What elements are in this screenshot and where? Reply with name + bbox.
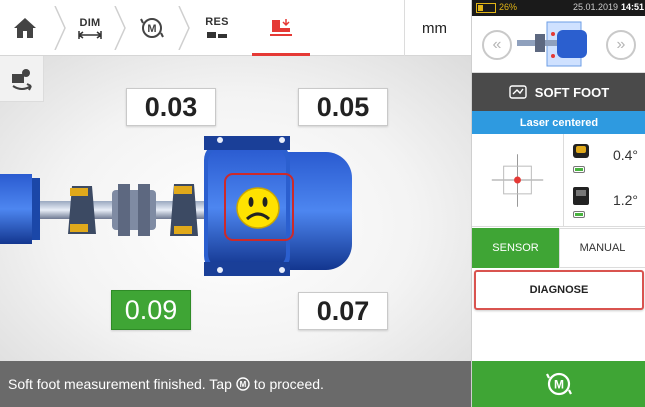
sensor-icon (573, 187, 589, 205)
sensor-icon (573, 144, 589, 158)
system-status-bar: 26% 25.01.2019 14:51 (472, 0, 645, 16)
value-bottom-left-highlight: 0.09 (111, 290, 191, 330)
chevron-divider (54, 6, 66, 50)
sensor-readings: 0.4° 1.2° (472, 134, 645, 227)
measure-m-icon: M (140, 18, 164, 38)
svg-text:M: M (147, 23, 156, 35)
chevron-divider (114, 6, 126, 50)
machine-canvas: 0.03 0.05 0.09 0.07 (0, 56, 471, 361)
soft-foot-icon (270, 18, 292, 36)
top-toolbar: DIM M RES mm (0, 0, 471, 56)
sensor-reading-bottom: 1.2° (568, 181, 644, 225)
soft-foot-tab[interactable] (252, 0, 310, 56)
dimension-arrows-icon (78, 31, 102, 39)
value-top-right: 0.05 (298, 88, 388, 126)
home-icon (14, 18, 36, 38)
machine-swap-icon (11, 68, 32, 90)
status-bar: Soft foot measurement finished. Tap M to… (0, 361, 471, 407)
laser-status: Laser centered (472, 111, 645, 134)
battery-icon (476, 3, 496, 13)
svg-text:M: M (554, 378, 564, 392)
measure-m-icon: M (546, 372, 572, 396)
machine-preview: « » (472, 16, 645, 73)
battery-icon (573, 211, 585, 218)
laser-position-graph (491, 134, 564, 227)
unit-selector[interactable]: mm (404, 0, 464, 56)
status-text-start: Soft foot measurement finished. Tap (8, 376, 232, 392)
res-label: RES (205, 16, 229, 28)
measure-button[interactable]: M (128, 0, 176, 56)
value-top-left: 0.03 (126, 88, 216, 126)
soft-foot-title: SOFT FOOT (534, 84, 610, 100)
sensor-angle-top: 0.4° (612, 147, 638, 163)
tab-manual[interactable]: MANUAL (559, 228, 645, 268)
previous-view-button[interactable]: « (482, 30, 512, 60)
status-text-end: to proceed. (253, 376, 324, 392)
time: 14:51 (620, 2, 644, 12)
right-panel: 26% 25.01.2019 14:51 « » SOFT FOOT Laser… (471, 0, 645, 407)
diagnose-button[interactable]: DIAGNOSE (474, 270, 644, 310)
battery-icon (573, 166, 585, 173)
chevron-divider (178, 6, 190, 50)
home-button[interactable] (0, 0, 50, 56)
chevron-left-icon: « (492, 36, 502, 53)
sad-face-icon (236, 187, 280, 229)
machine-swap-button[interactable] (0, 56, 44, 102)
results-button[interactable]: RES (192, 0, 242, 56)
next-view-button[interactable]: » (606, 30, 636, 60)
machine-thumbnail[interactable] (517, 20, 601, 70)
measure-m-icon: M (236, 377, 250, 391)
sensor-angle-bottom: 1.2° (612, 192, 638, 208)
proceed-button[interactable]: M (472, 361, 645, 407)
svg-text:M: M (240, 380, 247, 389)
soft-foot-panel-icon (509, 85, 527, 99)
soft-foot-header: SOFT FOOT (472, 73, 645, 111)
sensor-reading-top: 0.4° (568, 136, 644, 180)
date: 25.01.2019 (572, 2, 618, 12)
battery-percent: 26% (499, 2, 518, 12)
mode-tabs: SENSOR MANUAL (472, 228, 645, 268)
chevron-right-icon: » (616, 36, 626, 53)
dim-label: DIM (79, 17, 101, 29)
dimensions-button[interactable]: DIM (66, 0, 114, 56)
results-icon (207, 32, 227, 38)
value-bottom-right: 0.07 (298, 292, 388, 330)
tab-sensor[interactable]: SENSOR (472, 228, 559, 268)
